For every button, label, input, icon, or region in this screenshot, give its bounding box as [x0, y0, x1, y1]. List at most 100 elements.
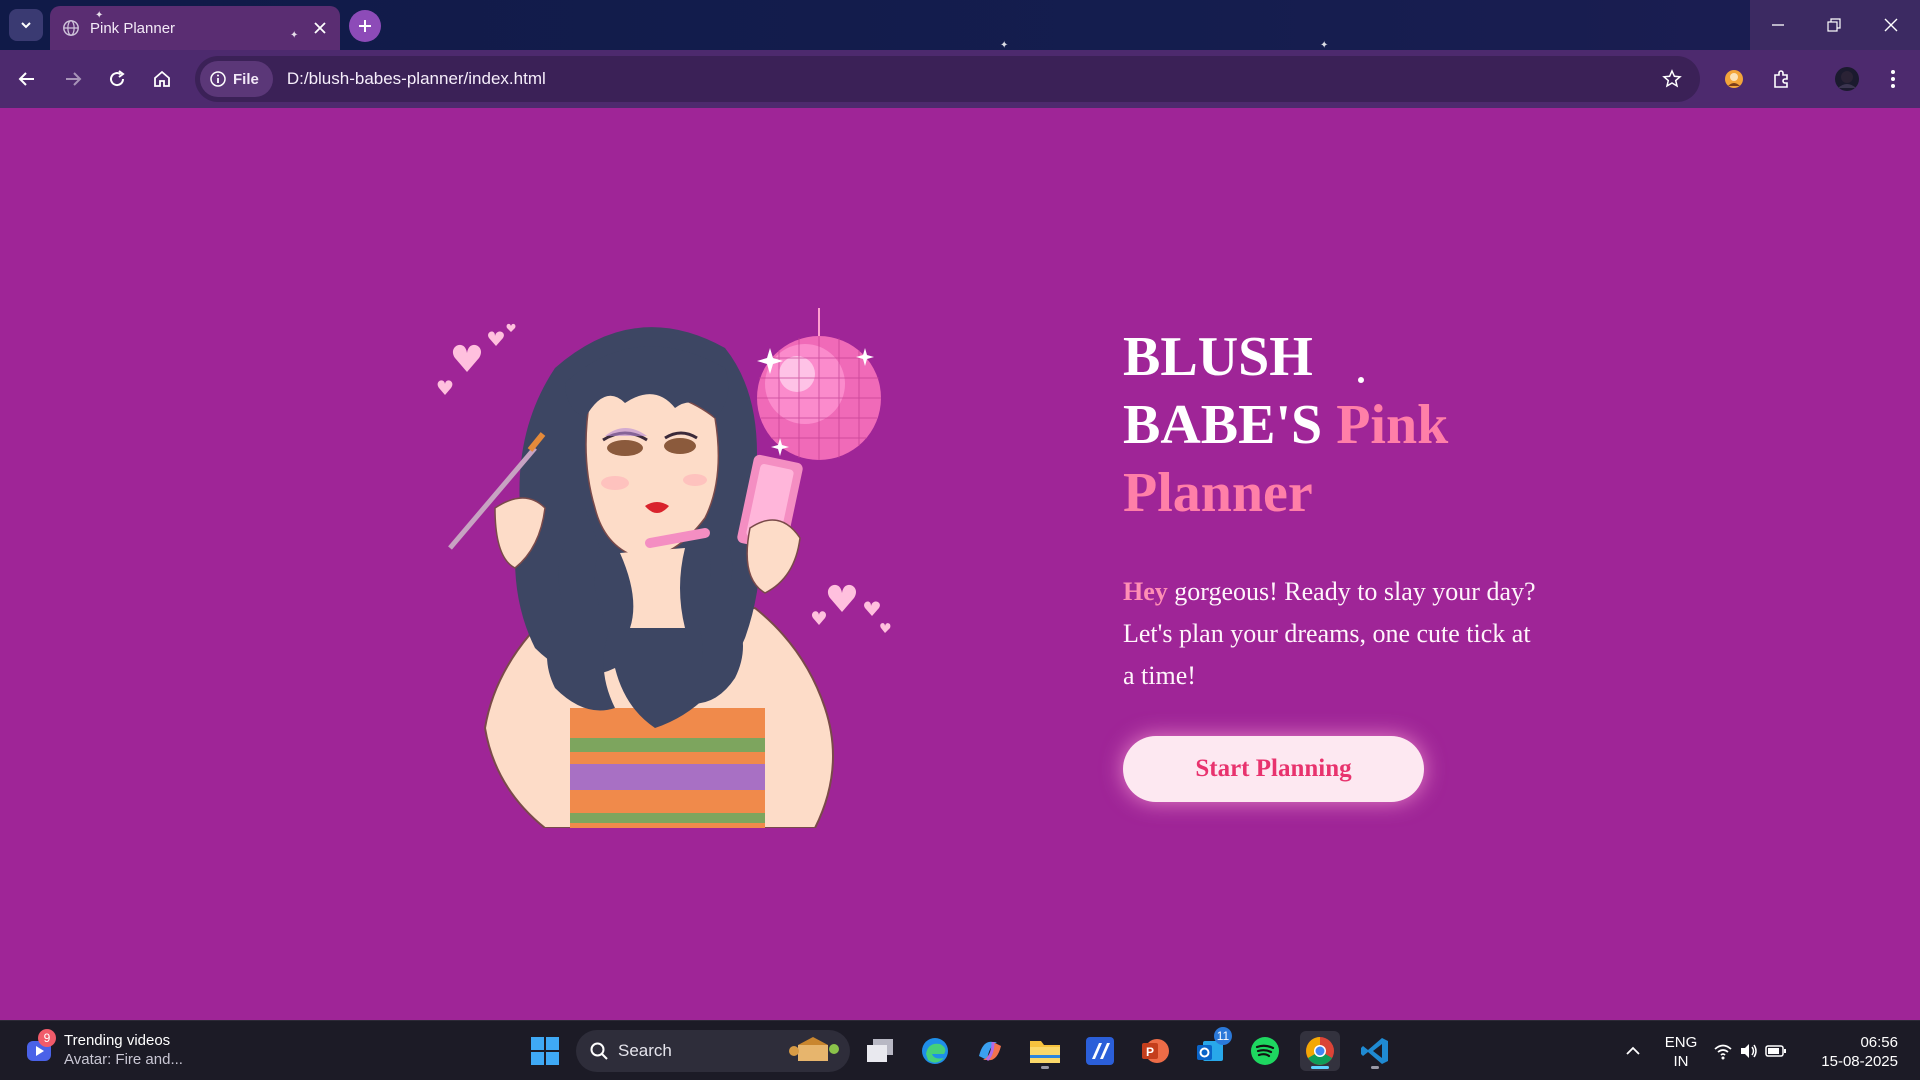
title-line-2-white: BABE'S: [1123, 394, 1323, 456]
browser-toolbar: File D:/blush-babes-planner/index.html: [0, 50, 1920, 108]
running-indicator: [1371, 1066, 1379, 1069]
copilot-button[interactable]: [970, 1031, 1010, 1071]
search-highlight-icon: [789, 1037, 839, 1061]
hearts-decoration-left: [437, 323, 516, 395]
windows-taskbar: 9 Trending videos Avatar: Fire and... Se…: [0, 1020, 1920, 1080]
plus-icon: [359, 20, 371, 32]
url-text[interactable]: D:/blush-babes-planner/index.html: [287, 69, 1652, 89]
forward-icon: [66, 72, 82, 86]
copilot-icon: [979, 1041, 1001, 1062]
window-close-button[interactable]: [1862, 0, 1920, 50]
back-icon: [18, 72, 34, 86]
spotify-button[interactable]: [1245, 1031, 1285, 1071]
tab-close-button[interactable]: [306, 14, 334, 42]
minimize-icon: [1772, 24, 1784, 26]
windows-start-icon: [531, 1037, 559, 1065]
forward-button[interactable]: [56, 62, 90, 96]
clock[interactable]: 06:56 15-08-2025: [1812, 1033, 1898, 1071]
vscode-button[interactable]: [1355, 1031, 1395, 1071]
new-tab-button[interactable]: [349, 10, 381, 42]
home-icon: [154, 70, 170, 87]
powerpoint-icon: P: [1142, 1039, 1169, 1063]
address-bar[interactable]: File D:/blush-babes-planner/index.html: [195, 56, 1700, 102]
extension-avatar-icon: [1725, 70, 1743, 88]
hero-illustration: [437, 308, 891, 828]
extension-button[interactable]: [1717, 62, 1751, 96]
volume-icon: [1741, 1044, 1757, 1058]
subtitle-hey: Hey: [1123, 577, 1168, 606]
restore-button[interactable]: [1806, 0, 1862, 50]
app-button[interactable]: [1080, 1031, 1120, 1071]
running-indicator: [1041, 1066, 1049, 1069]
edge-button[interactable]: [915, 1031, 955, 1071]
browser-titlebar: Pink Planner ✦ ✦ ✦ ✦: [0, 0, 1920, 51]
star-icon: [1662, 69, 1682, 88]
back-button[interactable]: [10, 62, 44, 96]
close-icon: [314, 22, 326, 34]
file-chip-label: File: [233, 70, 259, 88]
widget-video-icon: 9: [24, 1029, 56, 1065]
profile-button[interactable]: [1830, 62, 1864, 96]
task-view-button[interactable]: [860, 1031, 900, 1071]
widget-badge: 9: [38, 1029, 56, 1047]
running-indicator: [1311, 1066, 1329, 1069]
hearts-decoration-right: [811, 584, 891, 633]
hero-title: BLUSH BABE'S Pink Planner: [1123, 323, 1543, 527]
widget-title: Trending videos: [64, 1032, 171, 1049]
edge-icon: [922, 1038, 948, 1064]
title-line-1: BLUSH: [1123, 326, 1313, 388]
vscode-icon: [1361, 1038, 1388, 1064]
minimize-button[interactable]: [1750, 0, 1806, 50]
battery-icon: [1765, 1045, 1786, 1057]
file-explorer-icon: [1030, 1041, 1060, 1063]
striped-top: [570, 708, 765, 828]
extensions-button[interactable]: [1764, 62, 1798, 96]
chrome-icon: [1306, 1037, 1334, 1065]
start-planning-button[interactable]: Start Planning: [1123, 736, 1424, 802]
hero-subtitle: Hey gorgeous! Ready to slay your day? Le…: [1123, 571, 1543, 697]
site-info-chip[interactable]: File: [200, 61, 273, 97]
start-button[interactable]: [525, 1031, 565, 1071]
taskbar-search[interactable]: Search: [576, 1030, 850, 1072]
browser-menu-button[interactable]: [1876, 62, 1910, 96]
restore-icon: [1827, 18, 1841, 32]
chevron-up-icon: [1626, 1046, 1640, 1055]
reload-button[interactable]: [100, 62, 134, 96]
language-indicator[interactable]: ENG IN: [1660, 1033, 1702, 1071]
show-hidden-icons-button[interactable]: [1613, 1031, 1653, 1071]
widgets-button[interactable]: 9 Trending videos Avatar: Fire and...: [24, 1029, 183, 1069]
title-line-3-pink: Planner: [1123, 462, 1313, 524]
search-placeholder: Search: [618, 1041, 672, 1060]
tab-title: Pink Planner: [90, 19, 176, 37]
system-tray-status[interactable]: [1708, 1031, 1792, 1071]
language-line-2: IN: [1673, 1053, 1689, 1070]
subtitle-text: gorgeous! Ready to slay your day? Let's …: [1123, 577, 1536, 690]
outlook-badge: 11: [1214, 1027, 1232, 1045]
wifi-icon: [1714, 1044, 1732, 1060]
app-icon: [1086, 1037, 1114, 1065]
powerpoint-button[interactable]: P: [1135, 1031, 1175, 1071]
extensions-icon: [1774, 70, 1788, 88]
active-tab[interactable]: Pink Planner: [50, 6, 340, 50]
tab-list-icon: [21, 22, 31, 29]
search-icon: [590, 1042, 608, 1060]
clock-time: 06:56: [1860, 1034, 1898, 1051]
menu-icon: [1891, 70, 1895, 88]
disco-ball: [757, 336, 881, 460]
chrome-button[interactable]: [1300, 1031, 1340, 1071]
svg-text:P: P: [1146, 1045, 1154, 1059]
globe-icon: [63, 20, 79, 36]
language-line-1: ENG: [1664, 1034, 1698, 1051]
outlook-button[interactable]: 11: [1190, 1027, 1232, 1071]
title-line-2-pink: Pink: [1336, 394, 1449, 456]
widget-subtitle: Avatar: Fire and...: [64, 1051, 183, 1068]
profile-avatar: [1835, 67, 1859, 91]
bookmark-button[interactable]: [1652, 59, 1692, 99]
spotify-icon: [1251, 1037, 1279, 1065]
page-content: BLUSH BABE'S Pink Planner Hey gorgeous! …: [0, 108, 1920, 1020]
home-button[interactable]: [145, 62, 179, 96]
reload-icon: [110, 70, 125, 87]
tab-list-button[interactable]: [9, 9, 43, 41]
file-explorer-button[interactable]: [1025, 1031, 1065, 1071]
task-view-icon: [867, 1039, 893, 1062]
